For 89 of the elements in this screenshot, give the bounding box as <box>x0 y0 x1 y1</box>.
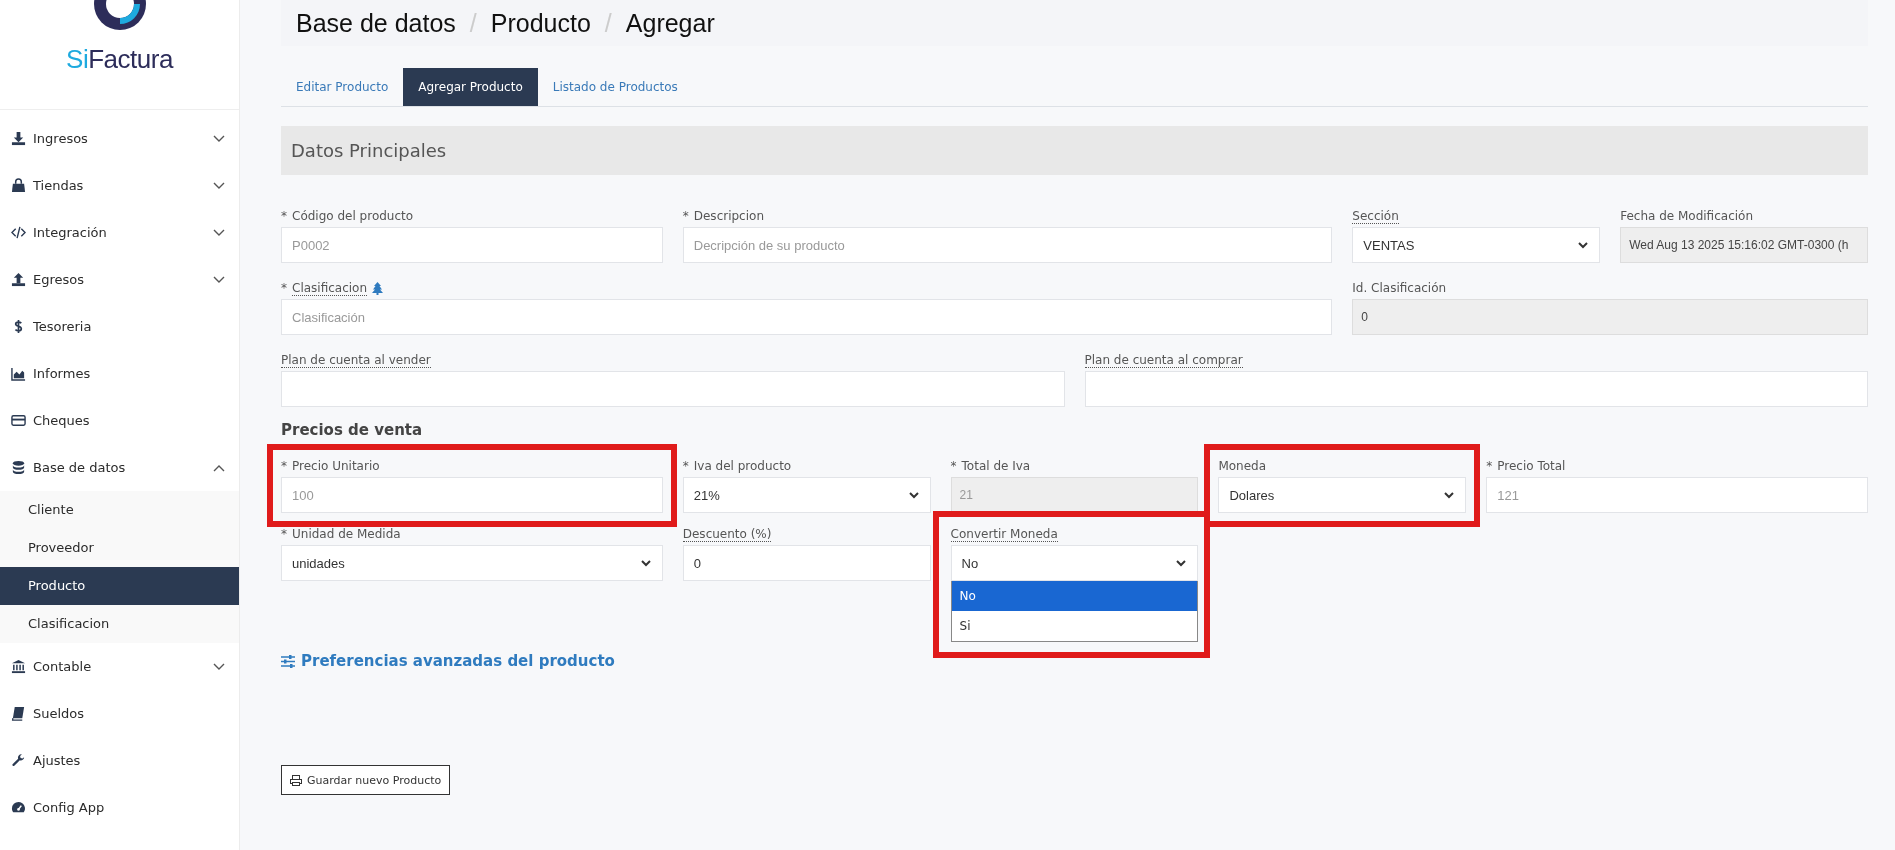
sidebar-item[interactable]: Informes <box>0 350 239 397</box>
field-label: Unidad de Medida <box>292 527 401 541</box>
chevron-down-icon <box>639 557 652 569</box>
field-label: Sección <box>1352 208 1399 224</box>
required-mark: * <box>1486 459 1493 473</box>
tab[interactable]: Listado de Productos <box>537 68 693 106</box>
sidebar-item[interactable]: Ingresos <box>0 115 239 162</box>
field-label: Moneda <box>1218 459 1267 473</box>
chevron-down-icon <box>1577 239 1590 251</box>
tab[interactable]: Editar Producto <box>281 68 404 106</box>
sidebar-item[interactable]: Egresos <box>0 256 239 303</box>
chevron-down-icon <box>907 489 920 501</box>
bank-icon <box>11 659 26 674</box>
field-label: Total de Iva <box>961 459 1031 473</box>
input-field[interactable]: 21 <box>950 477 1199 513</box>
bag-icon <box>11 178 26 193</box>
printer-icon <box>290 774 302 786</box>
sidebar-item[interactable]: Cheques <box>0 397 239 444</box>
field-label: Fecha de Modificación <box>1620 209 1753 223</box>
submenu-item[interactable]: Clasificacion <box>0 605 239 643</box>
wrench-icon <box>11 753 26 768</box>
field-label: Iva del producto <box>693 459 792 473</box>
dropdown[interactable]: 21% <box>682 477 931 513</box>
field-label: Convertir Moneda <box>950 526 1058 542</box>
chevron-down-icon <box>1175 557 1188 569</box>
sidebar-item[interactable]: Config App <box>0 784 239 831</box>
input-field[interactable] <box>1084 371 1868 407</box>
field-label: Plan de cuenta al vender <box>281 352 431 368</box>
area-chart-icon <box>11 366 26 381</box>
input-field[interactable]: Decripción de su producto <box>682 227 1333 263</box>
field-label: Plan de cuenta al comprar <box>1084 352 1243 368</box>
required-mark: * <box>281 209 287 223</box>
input-field[interactable]: 100 <box>281 477 663 513</box>
logo-text: SiFactura <box>66 44 173 75</box>
database-icon <box>11 460 26 475</box>
dropdown[interactable]: unidades <box>281 545 663 581</box>
input-field[interactable] <box>281 371 1065 407</box>
chevron-down-icon <box>1443 489 1456 501</box>
required-mark: * <box>682 209 689 223</box>
input-field[interactable]: 0 <box>1352 299 1868 335</box>
dropdown[interactable]: VENTAS <box>1352 227 1601 263</box>
sidebar-item[interactable]: Base de datos <box>0 444 239 491</box>
sidebar-item[interactable]: Integración <box>0 209 239 256</box>
breadcrumb-item: Producto <box>490 8 591 38</box>
breadcrumb-separator: / <box>469 8 477 38</box>
breadcrumb-separator: / <box>604 8 612 38</box>
submenu-item[interactable]: Producto <box>0 567 239 605</box>
dropdown-option[interactable]: No <box>951 581 1198 611</box>
sidebar-item[interactable]: Sueldos <box>0 690 239 737</box>
breadcrumb-item: Base de datos <box>296 8 456 38</box>
sliders-icon <box>281 654 295 668</box>
field-label: Descuento (%) <box>682 526 772 542</box>
required-mark: * <box>281 527 287 541</box>
input-field[interactable]: P0002 <box>281 227 663 263</box>
tab[interactable]: Agregar Producto <box>403 68 538 106</box>
input-field[interactable]: 121 <box>1486 477 1868 513</box>
submenu-item[interactable]: Proveedor <box>0 529 239 567</box>
field-label: Código del producto <box>292 209 414 223</box>
code-icon <box>11 225 26 240</box>
input-field[interactable]: Clasificación <box>281 299 1333 335</box>
sidebar-item[interactable]: Tiendas <box>0 162 239 209</box>
submenu-item[interactable]: Cliente <box>0 491 239 529</box>
section-subtitle: Precios de venta <box>281 421 424 439</box>
sidebar-item[interactable]: Tesoreria <box>0 303 239 350</box>
input-field[interactable]: Wed Aug 13 2025 15:16:02 GMT-0300 (h <box>1620 227 1868 263</box>
required-mark: * <box>950 459 957 473</box>
section-header: Datos Principales <box>281 126 1868 175</box>
field-label: Precio Unitario <box>292 459 380 473</box>
dropdown[interactable]: No <box>950 545 1199 581</box>
credit-card-icon <box>11 413 26 428</box>
required-mark: * <box>281 459 287 473</box>
download-icon <box>11 131 26 146</box>
breadcrumb-item: Agregar <box>625 8 715 38</box>
required-mark: * <box>281 281 287 295</box>
advanced-preferences-link[interactable]: Preferencias avanzadas del producto <box>281 652 615 670</box>
save-button[interactable]: Guardar nuevo Producto <box>281 765 451 795</box>
sidebar-item[interactable]: Contable <box>0 643 239 690</box>
field-label: Clasificacion <box>292 280 368 296</box>
required-mark: * <box>682 459 689 473</box>
field-label: Id. Clasificación <box>1352 281 1447 295</box>
input-field[interactable]: 0 <box>682 545 931 581</box>
field-label: Precio Total <box>1497 459 1566 473</box>
book-icon <box>11 706 26 721</box>
gauge-icon <box>11 800 26 815</box>
dropdown[interactable]: Dolares <box>1218 477 1467 513</box>
dropdown-option[interactable]: Si <box>951 611 1198 641</box>
field-label: Descripcion <box>693 209 764 223</box>
upload-icon <box>11 272 26 287</box>
sidebar-item[interactable]: Ajustes <box>0 737 239 784</box>
